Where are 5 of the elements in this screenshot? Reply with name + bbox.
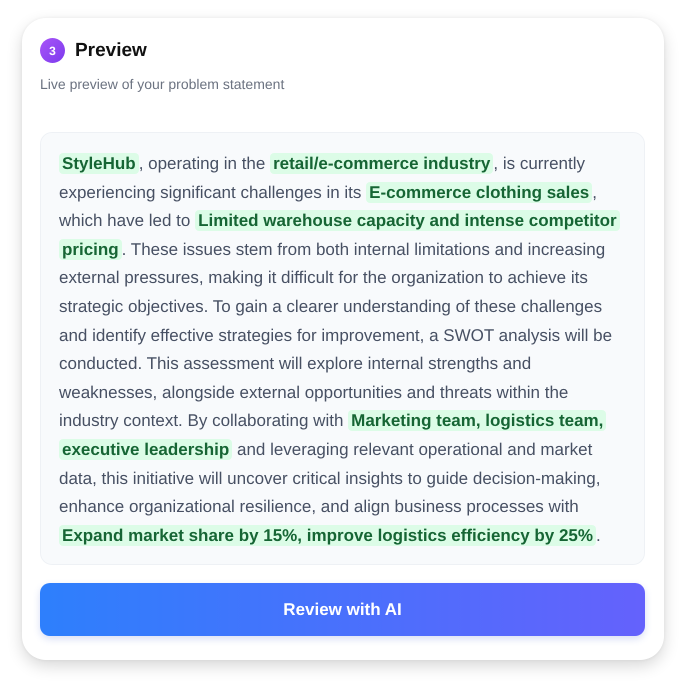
step-number-badge: 3 [40,38,65,63]
problem-statement-paragraph: StyleHub, operating in the retail/e-commerce industry, is currently experiencing significant challenges in its E-commerce clothing sales, which have led to Limited warehouse capacity and intense competitor pricing. These issues stem from both internal limitations and increasing external pressures, making it difficult for the organization to achieve its strategic objectives. To gain a clearer understanding of these challenges and identify effective strategies for improvement, a SWOT analysis will be conducted. This assessment will explore internal strengths and weaknesses, alongside external opportunities and threats within the industry context. By collaborating with Marketing team, logistics team, executive leadership and leveraging relevant operational and market data, this initiative will uncover critical insights to guide decision-making, enhance organizational resilience, and align business processes with Expand market share by 15%, improve logistics efficiency by 25%. [59,150,626,550]
section-subtitle: Live preview of your problem statement [40,76,284,92]
section-title: Preview [75,40,147,62]
review-with-ai-button[interactable]: Review with AI [40,583,645,636]
